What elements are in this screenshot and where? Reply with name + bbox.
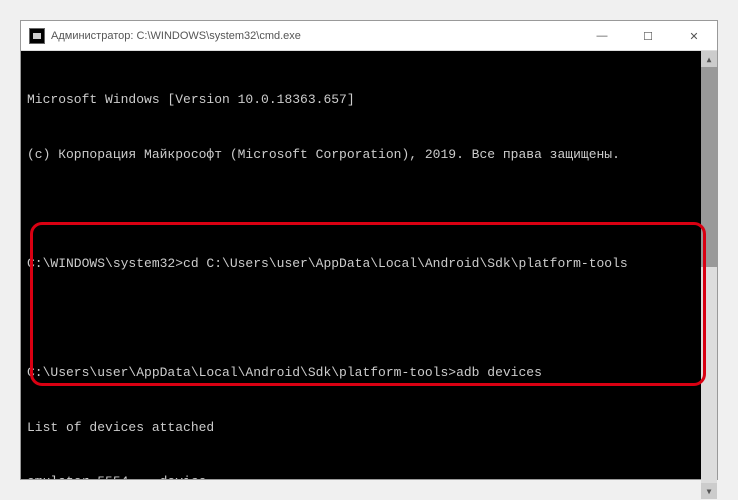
terminal-output[interactable]: Microsoft Windows [Version 10.0.18363.65… bbox=[21, 51, 717, 479]
terminal-line: emulator-5554 device bbox=[27, 473, 711, 479]
titlebar[interactable]: Администратор: C:\WINDOWS\system32\cmd.e… bbox=[21, 21, 717, 51]
window-title: Администратор: C:\WINDOWS\system32\cmd.e… bbox=[51, 30, 301, 42]
scrollbar-thumb[interactable] bbox=[701, 67, 717, 267]
terminal-line bbox=[27, 310, 711, 328]
scroll-up-arrow-icon[interactable]: ▲ bbox=[701, 51, 717, 67]
scroll-down-arrow-icon[interactable]: ▼ bbox=[701, 483, 717, 499]
terminal-line: (c) Корпорация Майкрософт (Microsoft Cor… bbox=[27, 146, 711, 164]
terminal-line bbox=[27, 201, 711, 219]
minimize-button[interactable]: — bbox=[579, 21, 625, 51]
vertical-scrollbar[interactable]: ▲ ▼ bbox=[701, 51, 717, 499]
maximize-button[interactable]: ☐ bbox=[625, 21, 671, 51]
cmd-icon bbox=[29, 28, 45, 44]
terminal-line: Microsoft Windows [Version 10.0.18363.65… bbox=[27, 91, 711, 109]
cmd-window: Администратор: C:\WINDOWS\system32\cmd.e… bbox=[20, 20, 718, 480]
terminal-line: C:\Users\user\AppData\Local\Android\Sdk\… bbox=[27, 364, 711, 382]
terminal-line: List of devices attached bbox=[27, 419, 711, 437]
terminal-line: C:\WINDOWS\system32>cd C:\Users\user\App… bbox=[27, 255, 711, 273]
window-controls: — ☐ ✕ bbox=[579, 21, 717, 51]
close-button[interactable]: ✕ bbox=[671, 21, 717, 51]
